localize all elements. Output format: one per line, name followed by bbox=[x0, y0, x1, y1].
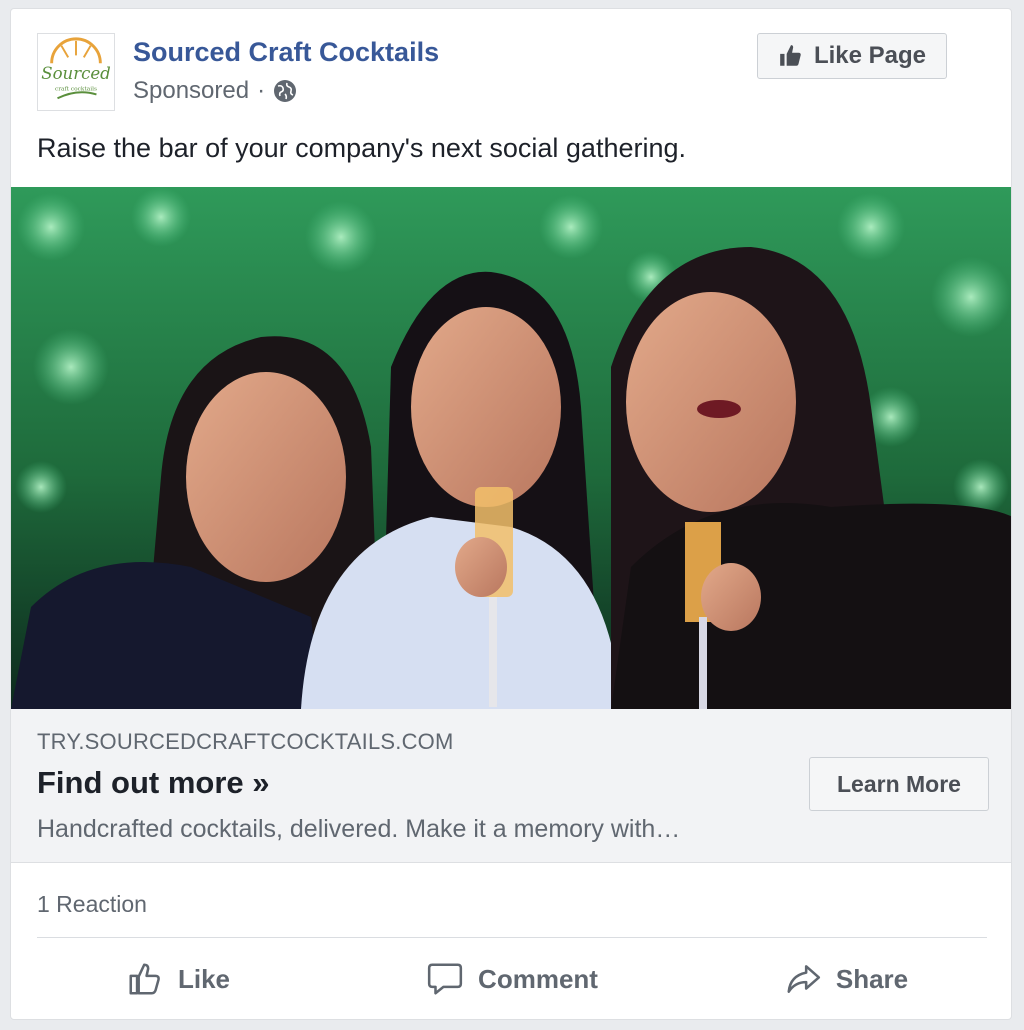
thumbs-up-icon bbox=[780, 45, 801, 66]
learn-more-button[interactable]: Learn More bbox=[809, 757, 989, 811]
like-page-button[interactable]: Like Page bbox=[757, 33, 947, 79]
link-headline[interactable]: Find out more » bbox=[37, 765, 270, 801]
logo-wordmark: Sourced bbox=[41, 64, 111, 83]
link-domain: TRY.SOURCEDCRAFTCOCKTAILS.COM bbox=[37, 729, 454, 754]
share-button[interactable]: Share bbox=[679, 949, 1011, 1009]
like-label: Like bbox=[177, 963, 231, 994]
page-logo[interactable]: Sourced craft cocktails bbox=[37, 33, 115, 111]
link-preview[interactable]: TRY.SOURCEDCRAFTCOCKTAILS.COM Find out m… bbox=[11, 709, 1011, 863]
post-message: Raise the bar of your company's next soc… bbox=[37, 133, 687, 163]
sponsored-row: Sponsored · bbox=[133, 77, 297, 105]
action-bar: Like Comment Share bbox=[11, 949, 1011, 1009]
comment-label: Comment bbox=[478, 963, 598, 994]
sponsored-post-card: Sourced craft cocktails Sourced Craft Co… bbox=[10, 8, 1012, 1020]
like-button[interactable]: Like bbox=[11, 949, 345, 1009]
like-page-label: Like Page bbox=[813, 42, 927, 69]
sourced-logo-image: Sourced craft cocktails bbox=[41, 37, 111, 100]
thumbs-up-icon bbox=[129, 963, 160, 995]
ad-photo-image bbox=[11, 187, 1011, 709]
link-description: Handcrafted cocktails, delivered. Make i… bbox=[37, 815, 681, 843]
page-name-link[interactable]: Sourced Craft Cocktails bbox=[133, 37, 439, 68]
separator-dot: · bbox=[257, 77, 266, 104]
sponsored-label[interactable]: Sponsored bbox=[133, 77, 249, 105]
globe-icon[interactable] bbox=[273, 79, 297, 103]
share-label: Share bbox=[835, 963, 909, 994]
ad-photo[interactable] bbox=[11, 187, 1011, 709]
comment-button[interactable]: Comment bbox=[345, 949, 679, 1009]
divider bbox=[37, 937, 987, 938]
comment-icon bbox=[427, 963, 463, 995]
share-icon bbox=[787, 965, 820, 993]
reaction-count[interactable]: 1 Reaction bbox=[37, 891, 147, 918]
